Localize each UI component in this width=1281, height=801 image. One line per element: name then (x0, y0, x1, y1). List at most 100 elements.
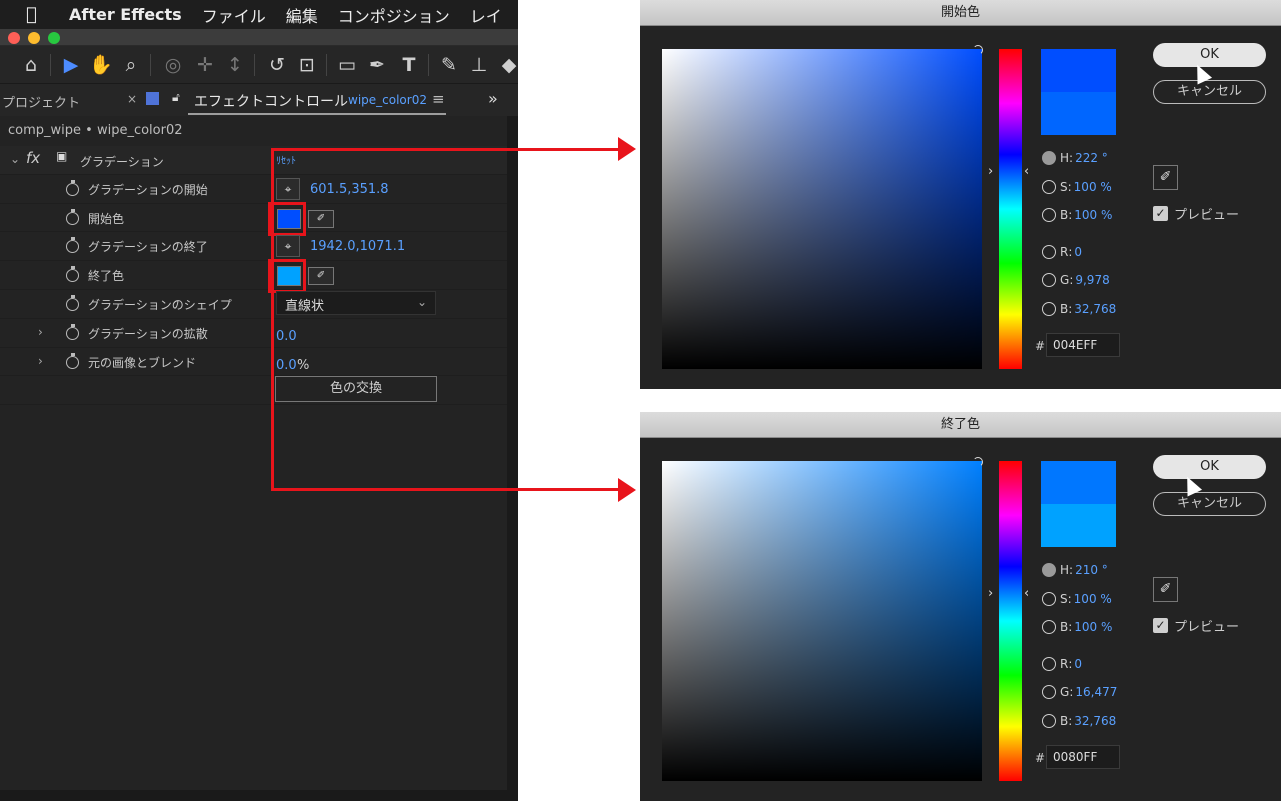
hue-pointer-left-icon[interactable]: › (988, 586, 993, 601)
b-field[interactable]: B:100 % (1042, 208, 1112, 222)
b-radio[interactable] (1042, 620, 1056, 634)
s-field[interactable]: S:100 % (1042, 592, 1112, 606)
g-value[interactable]: 16,477 (1075, 685, 1117, 699)
eyedropper-icon[interactable]: ✐ (308, 209, 334, 228)
stopwatch-icon[interactable] (66, 179, 79, 196)
pan-tool-icon[interactable]: ✛ (192, 52, 218, 78)
hue-slider[interactable] (999, 461, 1022, 781)
ok-button[interactable]: OK (1153, 455, 1266, 479)
g-radio[interactable] (1042, 273, 1056, 287)
s-radio[interactable] (1042, 592, 1056, 606)
dolly-tool-icon[interactable]: ↕ (222, 52, 248, 78)
h-value[interactable]: 222 ° (1075, 151, 1108, 165)
stamp-tool-icon[interactable]: ⊥ (466, 52, 492, 78)
b-field[interactable]: B:100 % (1042, 620, 1112, 634)
orbit-tool-icon[interactable]: ◎ (160, 52, 186, 78)
rectangle-tool-icon[interactable]: ▭ (334, 52, 360, 78)
s-field[interactable]: S:100 % (1042, 180, 1112, 194)
selection-tool-icon[interactable]: ▶ (58, 52, 84, 78)
eyedropper-icon[interactable]: ✐ (1153, 165, 1178, 190)
checkbox-checked-icon[interactable]: ✓ (1153, 618, 1168, 633)
r-radio[interactable] (1042, 657, 1056, 671)
blue-value[interactable]: 32,768 (1074, 302, 1116, 316)
h-radio[interactable] (1042, 563, 1056, 577)
eraser-tool-icon[interactable]: ◆ (496, 52, 518, 78)
blue-radio[interactable] (1042, 714, 1056, 728)
rotate-tool-icon[interactable]: ↺ (264, 52, 290, 78)
blue-radio[interactable] (1042, 302, 1056, 316)
expand-chevron-icon[interactable]: ⌄ (10, 152, 20, 166)
menu-file[interactable]: ファイル (202, 3, 266, 27)
saturation-brightness-field[interactable] (662, 45, 983, 369)
stopwatch-icon[interactable] (66, 323, 79, 340)
blue-field[interactable]: B:32,768 (1042, 302, 1116, 316)
end-point-value[interactable]: 1942.0,1071.1 (310, 239, 405, 254)
h-field[interactable]: H:222 ° (1042, 151, 1108, 165)
g-value[interactable]: 9,978 (1075, 273, 1109, 287)
h-radio[interactable] (1042, 151, 1056, 165)
pen-tool-icon[interactable]: ✒ (364, 52, 390, 78)
r-field[interactable]: R:0 (1042, 657, 1082, 671)
chevron-right-icon[interactable]: › (38, 325, 43, 339)
panel-scrollbar[interactable] (507, 116, 518, 801)
g-field[interactable]: G:9,978 (1042, 273, 1110, 287)
cancel-button[interactable]: キャンセル (1153, 80, 1266, 104)
saturation-brightness-field[interactable] (662, 457, 983, 781)
b-value[interactable]: 100 % (1074, 208, 1112, 222)
brush-tool-icon[interactable]: ✎ (436, 52, 462, 78)
minimize-window-button[interactable] (28, 32, 40, 44)
anchor-tool-icon[interactable]: ⊡ (294, 52, 320, 78)
lock-icon[interactable]: 🔓︎ (172, 90, 180, 105)
type-tool-icon[interactable]: T (396, 52, 422, 78)
hex-input[interactable]: 004EFF (1046, 333, 1120, 357)
home-icon[interactable]: ⌂ (18, 52, 44, 78)
hue-pointer-right-icon[interactable]: ‹ (1024, 586, 1029, 601)
h-field[interactable]: H:210 ° (1042, 563, 1108, 577)
tab-project[interactable]: プロジェクト (2, 92, 80, 111)
r-field[interactable]: R:0 (1042, 245, 1082, 259)
g-field[interactable]: G:16,477 (1042, 685, 1117, 699)
menu-layer[interactable]: レイ (470, 3, 502, 27)
point-target-icon[interactable]: ⌖ (276, 235, 300, 258)
b-radio[interactable] (1042, 208, 1056, 222)
apple-icon[interactable]:  (26, 4, 52, 25)
s-radio[interactable] (1042, 180, 1056, 194)
tab-effect-controls[interactable]: エフェクトコントロール (194, 91, 348, 111)
r-value[interactable]: 0 (1074, 657, 1082, 671)
swap-colors-button[interactable]: 色の交換 (275, 376, 437, 403)
hex-input[interactable]: 0080FF (1046, 745, 1120, 769)
scatter-value[interactable]: 0.0 (276, 329, 297, 344)
zoom-window-button[interactable] (48, 32, 60, 44)
blue-field[interactable]: B:32,768 (1042, 714, 1116, 728)
hue-slider[interactable] (999, 49, 1022, 369)
color-picker-cursor[interactable] (973, 457, 983, 467)
preview-toggle[interactable]: ✓ プレビュー (1153, 204, 1239, 223)
color-picker-cursor[interactable] (973, 45, 983, 55)
hue-pointer-right-icon[interactable]: ‹ (1024, 164, 1029, 179)
stopwatch-icon[interactable] (66, 294, 79, 311)
blue-value[interactable]: 32,768 (1074, 714, 1116, 728)
original-color-swatch[interactable] (1041, 504, 1116, 547)
ok-button[interactable]: OK (1153, 43, 1266, 67)
close-icon[interactable]: × (127, 92, 137, 106)
s-value[interactable]: 100 % (1074, 180, 1112, 194)
start-point-value[interactable]: 601.5,351.8 (310, 182, 389, 197)
more-panels-icon[interactable]: » (488, 89, 498, 108)
r-radio[interactable] (1042, 245, 1056, 259)
hue-pointer-left-icon[interactable]: › (988, 164, 993, 179)
zoom-tool-icon[interactable]: ⌕ (118, 52, 144, 78)
hand-tool-icon[interactable]: ✋ (88, 52, 114, 78)
stopwatch-icon[interactable] (66, 352, 79, 369)
panel-menu-icon[interactable]: ≡ (432, 90, 445, 108)
close-window-button[interactable] (8, 32, 20, 44)
cancel-button[interactable]: キャンセル (1153, 492, 1266, 516)
checkbox-checked-icon[interactable]: ✓ (1153, 206, 1168, 221)
chevron-right-icon[interactable]: › (38, 354, 43, 368)
blend-value[interactable]: 0.0 (276, 358, 297, 373)
fx-icon[interactable]: fx (26, 149, 40, 167)
stopwatch-icon[interactable] (66, 237, 79, 254)
stopwatch-icon[interactable] (66, 266, 79, 283)
g-radio[interactable] (1042, 685, 1056, 699)
original-color-swatch[interactable] (1041, 92, 1116, 135)
stopwatch-icon[interactable] (66, 208, 79, 225)
